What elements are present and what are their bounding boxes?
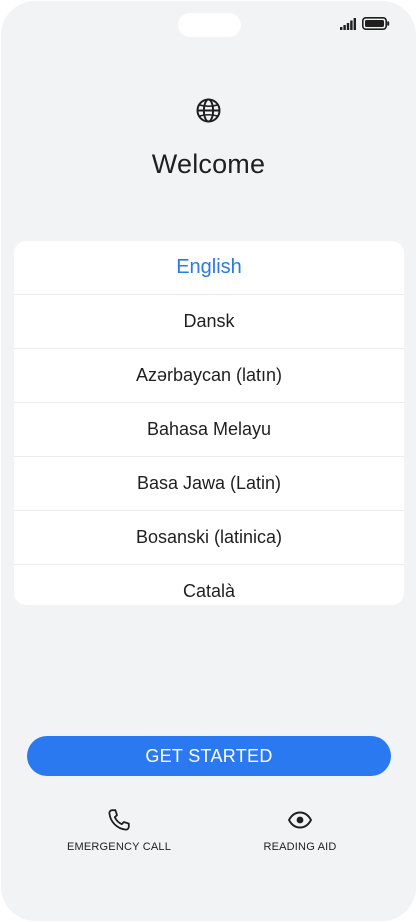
language-item[interactable]: Azərbaycan (latın) [14,349,404,403]
battery-icon [362,17,390,35]
camera-notch [178,13,241,37]
page-title: Welcome [151,149,266,179]
language-list[interactable]: English Dansk Azərbaycan (latın) Bahasa … [14,241,404,605]
globe-icon [195,97,222,124]
eye-icon [287,807,313,833]
phone-icon [106,807,132,833]
reading-aid-button[interactable]: READING AID [230,807,370,853]
cellular-signal-icon [340,17,356,35]
language-item[interactable]: Dansk [14,295,404,349]
language-item-selected[interactable]: English [14,241,404,295]
language-item[interactable]: Bahasa Melayu [14,403,404,457]
emergency-call-label: EMERGENCY CALL [66,841,172,853]
phone-screen: Welcome English Dansk Azərbaycan (latın)… [1,1,416,921]
get-started-button[interactable]: GET STARTED [27,736,391,776]
status-bar [340,17,390,35]
language-item[interactable]: Català [14,565,404,605]
language-item[interactable]: Bosanski (latinica) [14,511,404,565]
language-item[interactable]: Basa Jawa (Latin) [14,457,404,511]
reading-aid-label: READING AID [263,841,337,853]
emergency-call-button[interactable]: EMERGENCY CALL [49,807,189,853]
